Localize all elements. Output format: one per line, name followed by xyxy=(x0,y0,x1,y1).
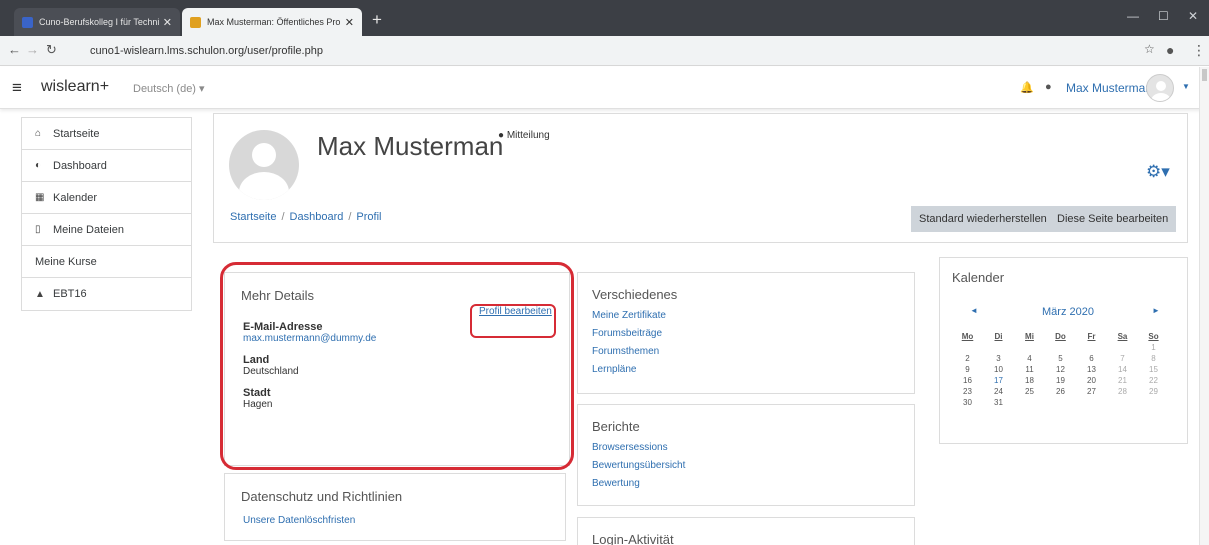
sidebar-item-meine-kurse[interactable]: Meine Kurse xyxy=(22,246,191,278)
browser-tab[interactable]: Cuno-Berufskolleg I für Technik ✕ xyxy=(14,8,180,36)
calendar-card: Kalender ◄ März 2020 ► Mo Di Mi Do Fr Sa So 1 … xyxy=(939,257,1188,444)
calendar-grid: Mo Di Mi Do Fr Sa So 1 2345678 9 10 11 12 13 14 15 1… xyxy=(952,332,1170,409)
hamburger-menu-icon[interactable]: ≡ xyxy=(12,78,22,98)
sidebar-item-label: Meine Dateien xyxy=(53,223,124,236)
tab-favicon-icon xyxy=(190,16,201,28)
new-tab-icon[interactable]: + xyxy=(372,11,382,28)
sidebar-nav: ⌂ Startseite ◐ Dashboard ▦ Kalender ▯ Me… xyxy=(21,117,192,311)
misc-link[interactable]: Forumsthemen xyxy=(592,343,666,361)
sidebar-item-dashboard[interactable]: ◐ Dashboard xyxy=(22,150,191,182)
calendar-week: 23 24 25 26 27 28 29 xyxy=(963,387,1158,396)
maximize-icon[interactable]: ☐ xyxy=(1158,9,1169,23)
breadcrumb: Startseite / Dashboard / Profil xyxy=(230,211,382,223)
calendar-week: 9 10 11 12 13 14 15 xyxy=(965,365,1158,374)
calendar-week: 30 31 xyxy=(963,398,1003,407)
tab-favicon-icon xyxy=(22,16,33,28)
breadcrumb-item[interactable]: Dashboard xyxy=(290,211,344,223)
scrollbar[interactable] xyxy=(1199,67,1209,545)
misc-title: Verschiedenes xyxy=(592,287,678,302)
privacy-link[interactable]: Unsere Datenlöschfristen xyxy=(243,512,355,530)
avatar[interactable] xyxy=(1146,74,1174,102)
message-link[interactable]: ● Mitteilung xyxy=(498,130,550,141)
profile-avatar xyxy=(229,130,299,200)
site-navbar: ≡ wislearn+ Deutsch (de) ▾ 🔔 ● Max Muste… xyxy=(0,67,1209,109)
language-selector[interactable]: Deutsch (de) ▾ xyxy=(133,82,205,95)
url-input[interactable]: cuno1-wislearn.lms.schulon.org/user/prof… xyxy=(70,40,1130,62)
menu-dots-icon[interactable]: ⋮ xyxy=(1192,42,1206,59)
misc-link[interactable]: Lernpläne xyxy=(592,361,666,379)
address-bar-row: ← → ↻ 🔒 cuno1-wislearn.lms.schulon.org/u… xyxy=(0,36,1209,66)
minimize-icon[interactable]: — xyxy=(1127,9,1139,23)
calendar-icon: ▦ xyxy=(35,192,45,203)
sidebar-item-label: Meine Kurse xyxy=(35,255,97,268)
privacy-card: Datenschutz und Richtlinien Unsere Daten… xyxy=(224,473,566,541)
login-activity-card: Login-Aktivität xyxy=(577,517,915,545)
tab-title: Cuno-Berufskolleg I für Technik xyxy=(39,17,159,27)
profile-header: Max Musterman ● Mitteilung ⚙▾ Startseite… xyxy=(213,113,1188,243)
forward-icon[interactable]: → xyxy=(26,42,39,57)
calendar-week: 16 17 18 19 20 21 22 xyxy=(963,376,1158,385)
browser-titlebar: Cuno-Berufskolleg I für Technik ✕ Max Mu… xyxy=(0,0,1209,36)
chevron-down-icon[interactable]: ▼ xyxy=(1182,82,1190,91)
next-month-icon[interactable]: ► xyxy=(1152,306,1160,315)
annotation-highlight xyxy=(220,262,574,470)
misc-card: Verschiedenes Meine Zertifikate Forumsbe… xyxy=(577,272,915,394)
messages-icon[interactable]: ● xyxy=(1045,81,1052,93)
gear-icon[interactable]: ⚙▾ xyxy=(1146,162,1170,182)
home-icon: ⌂ xyxy=(35,128,42,139)
calendar-weekdays: Mo Di Mi Do Fr Sa So xyxy=(961,332,1159,341)
calendar-week: 2345678 xyxy=(965,354,1156,363)
reset-default-button[interactable]: Standard wiederherstellen xyxy=(911,206,1055,232)
graduation-cap-icon: ▲ xyxy=(35,288,45,300)
prev-month-icon[interactable]: ◄ xyxy=(970,306,978,315)
window-close-icon[interactable]: ✕ xyxy=(1188,9,1198,23)
privacy-title: Datenschutz und Richtlinien xyxy=(241,489,403,504)
reports-link[interactable]: Browsersessions xyxy=(592,439,685,457)
reports-card: Berichte Browsersessions Bewertungsübers… xyxy=(577,404,915,506)
site-brand[interactable]: wislearn+ xyxy=(41,78,109,96)
reports-link[interactable]: Bewertung xyxy=(592,475,685,493)
misc-link[interactable]: Forumsbeiträge xyxy=(592,325,666,343)
profile-icon[interactable]: ● xyxy=(1166,42,1174,58)
reload-icon[interactable]: ↻ xyxy=(46,42,57,58)
calendar-week: 1 xyxy=(1151,343,1156,352)
back-icon[interactable]: ← xyxy=(8,42,21,57)
reports-title: Berichte xyxy=(592,419,640,434)
sidebar-item-ebt16[interactable]: ▲ EBT16 xyxy=(22,278,191,310)
reports-link[interactable]: Bewertungsübersicht xyxy=(592,457,685,475)
page-title: Max Musterman xyxy=(317,131,504,161)
sidebar-item-label: Dashboard xyxy=(53,159,107,172)
edit-page-button[interactable]: Diese Seite bearbeiten xyxy=(1049,206,1177,232)
notification-bell-icon[interactable]: 🔔 xyxy=(1020,81,1034,94)
sidebar-item-meine-dateien[interactable]: ▯ Meine Dateien xyxy=(22,214,191,246)
sidebar-item-startseite[interactable]: ⌂ Startseite xyxy=(22,118,191,150)
user-menu-name[interactable]: Max Musterman xyxy=(1066,81,1152,95)
sidebar-item-kalender[interactable]: ▦ Kalender xyxy=(22,182,191,214)
sidebar-item-label: EBT16 xyxy=(53,288,87,300)
tab-close-icon[interactable]: ✕ xyxy=(345,16,354,29)
annotation-highlight xyxy=(470,304,556,338)
calendar-month: März 2020 xyxy=(1042,306,1094,318)
bookmark-star-icon[interactable]: ☆ xyxy=(1144,42,1155,56)
tab-title: Max Musterman: Öffentliches Pro xyxy=(207,17,341,27)
sidebar-item-label: Startseite xyxy=(53,127,100,140)
tab-close-icon[interactable]: ✕ xyxy=(163,16,172,29)
sidebar-item-label: Kalender xyxy=(53,191,98,204)
login-title: Login-Aktivität xyxy=(592,532,674,545)
breadcrumb-item[interactable]: Startseite xyxy=(230,211,276,223)
misc-link[interactable]: Meine Zertifikate xyxy=(592,307,666,325)
breadcrumb-item[interactable]: Profil xyxy=(356,211,381,223)
browser-tab-active[interactable]: Max Musterman: Öffentliches Pro ✕ xyxy=(182,8,362,36)
file-icon: ▯ xyxy=(35,224,41,235)
calendar-title: Kalender xyxy=(952,270,1005,285)
message-icon: ● xyxy=(498,130,505,141)
dashboard-icon: ◐ xyxy=(35,160,42,171)
